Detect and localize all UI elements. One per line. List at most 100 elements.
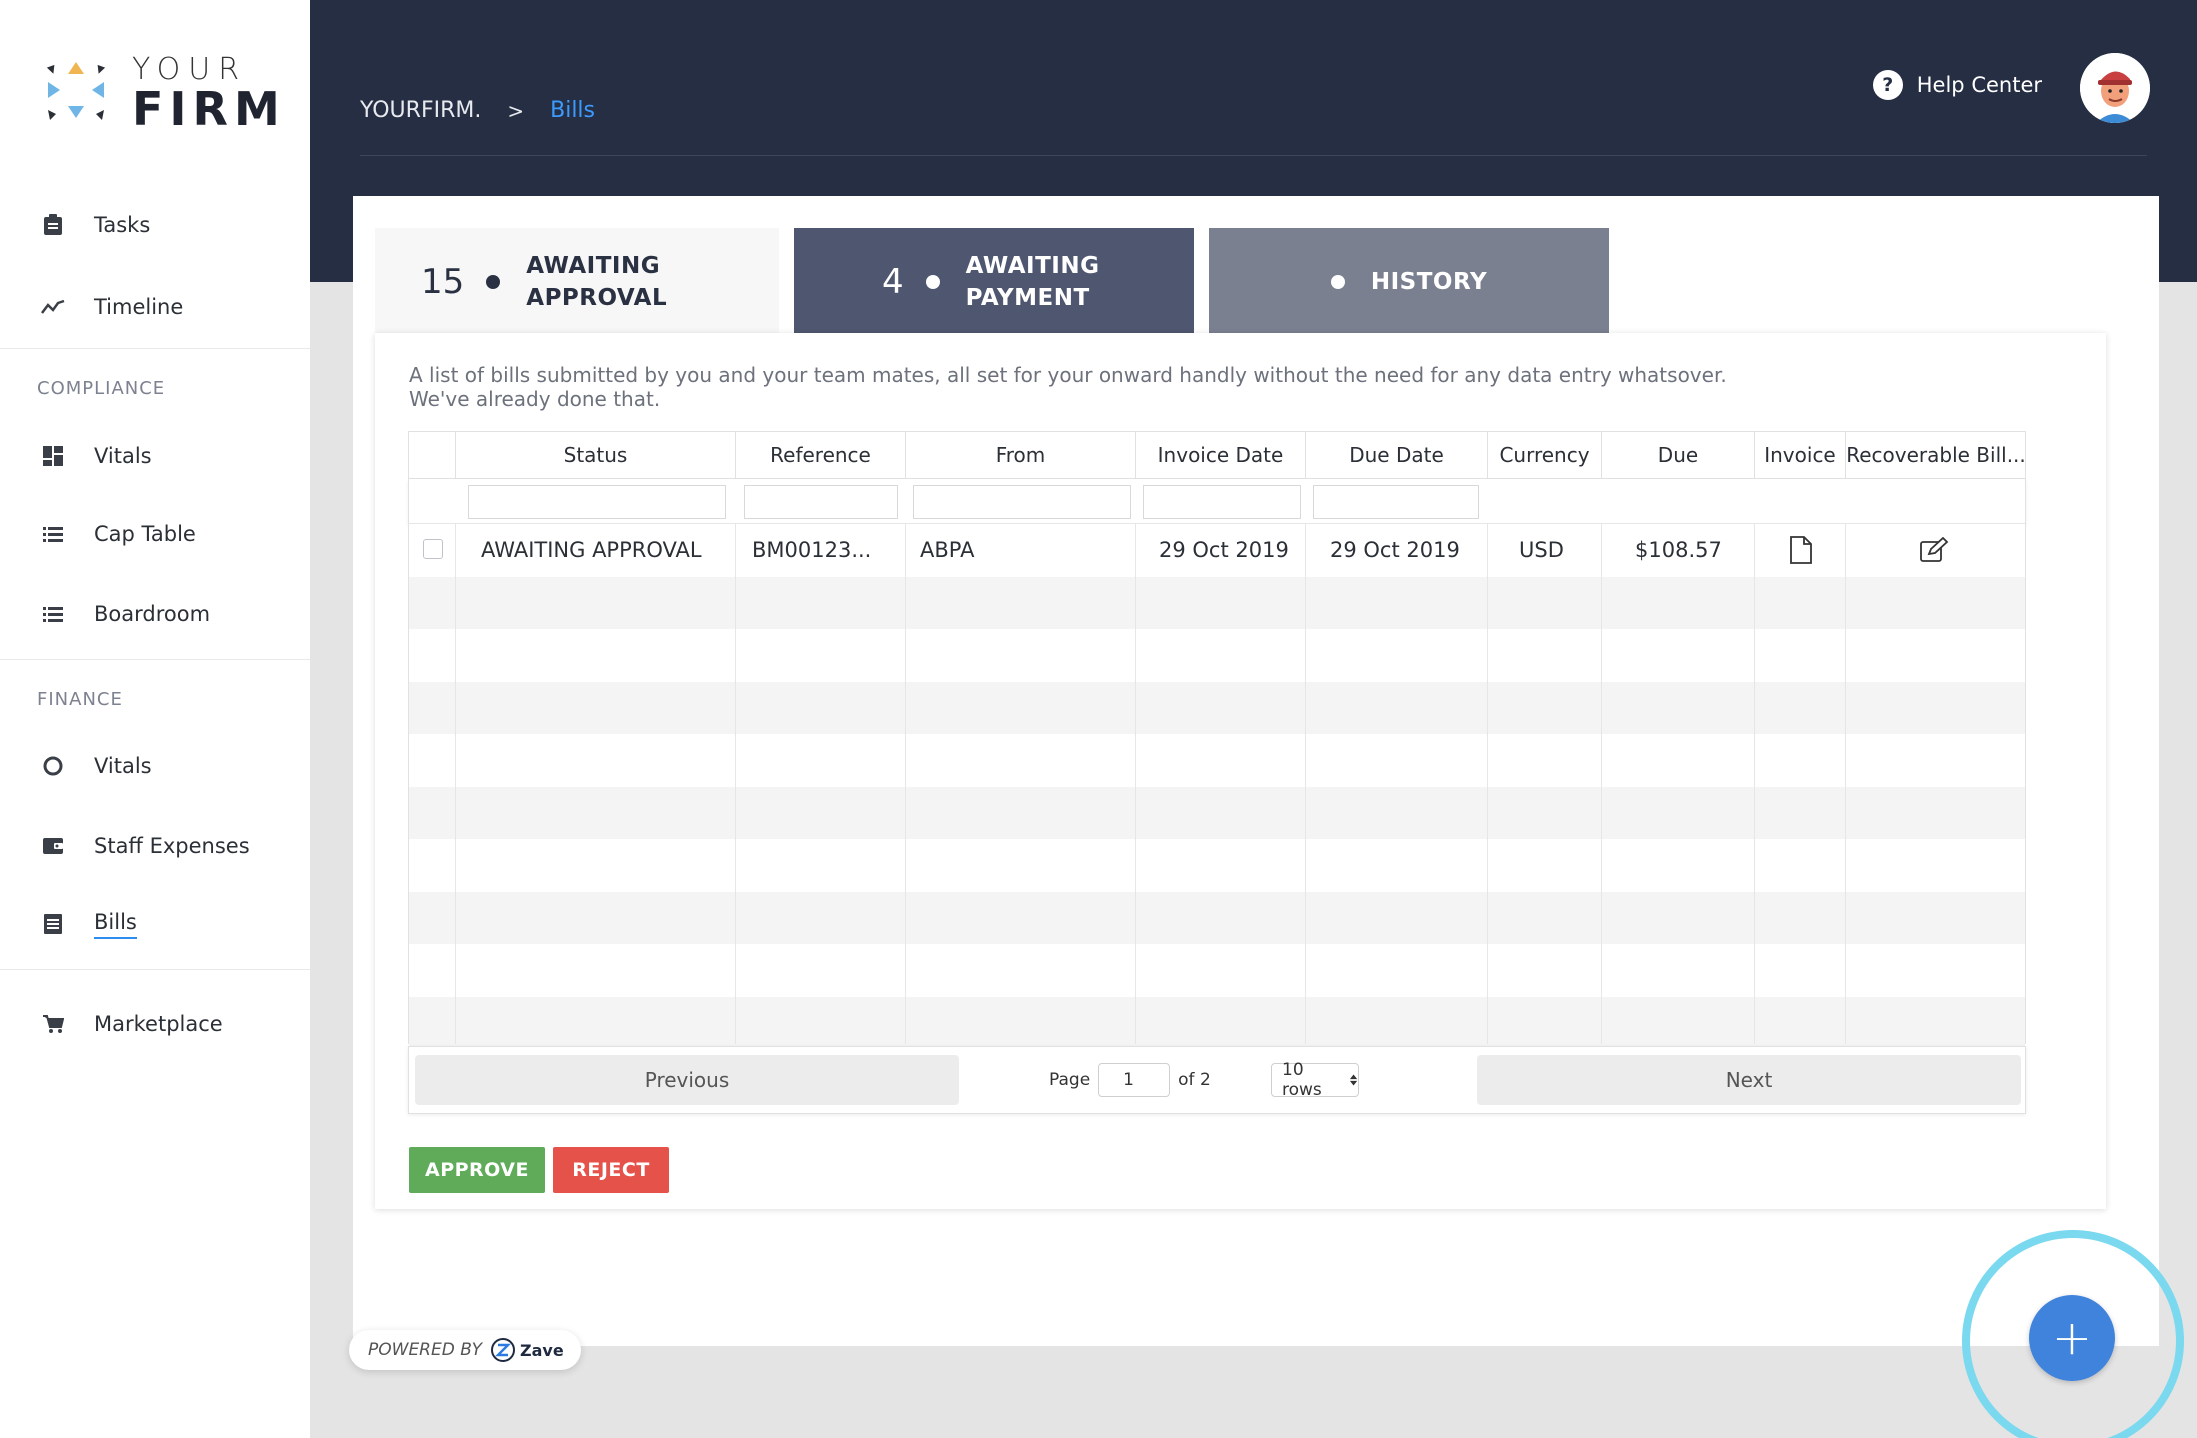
- tab-label: AWAITING APPROVAL: [526, 250, 667, 314]
- sidebar-item-staff-expenses[interactable]: Staff Expenses: [0, 818, 310, 874]
- column-header-recoverable-bill[interactable]: Recoverable Bill...: [1846, 432, 2026, 478]
- tab-count: 4: [882, 262, 904, 302]
- status-filter-input[interactable]: [468, 485, 726, 519]
- zave-name: Zave: [519, 1340, 564, 1360]
- reject-button[interactable]: REJECT: [553, 1147, 669, 1193]
- invoice-file-icon[interactable]: [1789, 524, 1813, 576]
- column-divider: [905, 524, 906, 1044]
- tab-count: 15: [421, 262, 465, 302]
- previous-page-button[interactable]: Previous: [415, 1055, 959, 1105]
- wallet-icon: [40, 833, 66, 859]
- edit-icon[interactable]: [1919, 524, 1949, 576]
- avatar[interactable]: [2080, 53, 2150, 123]
- due-date-filter-input[interactable]: [1313, 485, 1479, 519]
- table-row-empty: [409, 839, 2025, 892]
- table-row-empty: [409, 629, 2025, 682]
- list-icon: [40, 601, 66, 627]
- cell-currency: USD: [1519, 538, 1564, 562]
- breadcrumb-root[interactable]: YOURFIRM.: [360, 98, 481, 123]
- invoice-date-filter-input[interactable]: [1143, 485, 1301, 519]
- sidebar-item-label: Bills: [94, 910, 137, 939]
- column-header-select: [409, 432, 456, 478]
- zave-logo-icon: [490, 1338, 515, 1362]
- column-header-reference[interactable]: Reference: [736, 432, 906, 478]
- bills-description: A list of bills submitted by you and you…: [409, 363, 1909, 411]
- tab-label-line2: APPROVAL: [526, 285, 668, 311]
- table-header: Status Reference From Invoice Date Due D…: [408, 431, 2026, 479]
- breadcrumb-current[interactable]: Bills: [550, 98, 595, 123]
- help-icon: ?: [1872, 70, 1903, 100]
- brand-name-bottom: FIRM: [132, 82, 286, 136]
- sidebar-item-label: Staff Expenses: [94, 834, 250, 858]
- column-divider: [455, 524, 456, 1044]
- tab-dot: [486, 275, 501, 289]
- nav-divider: [0, 348, 310, 349]
- avatar-face-icon: [2080, 53, 2150, 123]
- column-divider: [1754, 524, 1755, 1044]
- row-select-checkbox[interactable]: [423, 539, 443, 559]
- help-center-link[interactable]: ? Help Center: [1872, 70, 2042, 100]
- sidebar-item-label: Marketplace: [94, 1012, 223, 1036]
- filter-row: [408, 479, 2026, 524]
- tab-history[interactable]: HISTORY: [1209, 228, 1609, 336]
- rows-per-page-value: 10 rows: [1282, 1060, 1322, 1100]
- add-bill-button[interactable]: +: [2029, 1295, 2115, 1381]
- table-row[interactable]: AWAITING APPROVAL BM00123... ABPA 29 Oct…: [409, 524, 2025, 577]
- breadcrumb-separator: >: [507, 98, 525, 123]
- column-header-due[interactable]: Due: [1602, 432, 1755, 478]
- sidebar-item-label: Vitals: [94, 754, 152, 778]
- column-header-invoice[interactable]: Invoice: [1755, 432, 1846, 478]
- rows-per-page-select[interactable]: 10 rows: [1271, 1060, 1359, 1100]
- tab-label: HISTORY: [1370, 269, 1488, 295]
- sidebar-item-label: Vitals: [94, 444, 152, 468]
- sidebar-item-tasks[interactable]: Tasks: [0, 197, 310, 253]
- pagination: Previous Page 1 of 2 10 rows Next: [408, 1046, 2026, 1114]
- next-page-button[interactable]: Next: [1477, 1055, 2021, 1105]
- cell-status: AWAITING APPROVAL: [481, 538, 702, 562]
- tab-label-line1: AWAITING: [526, 253, 661, 279]
- help-center-label: Help Center: [1916, 73, 2042, 97]
- sidebar-item-timeline[interactable]: Timeline: [0, 279, 310, 335]
- brand-logo[interactable]: YOUR FIRM: [44, 52, 284, 136]
- nav-divider: [0, 659, 310, 660]
- trend-line-icon: [40, 294, 66, 320]
- column-header-from[interactable]: From: [906, 432, 1136, 478]
- cell-reference: BM00123...: [752, 538, 872, 562]
- section-heading-compliance: COMPLIANCE: [37, 378, 166, 399]
- cell-invoice-date: 29 Oct 2019: [1159, 538, 1289, 562]
- page-number-input[interactable]: 1: [1098, 1063, 1171, 1097]
- tab-awaiting-payment[interactable]: 4 AWAITING PAYMENT: [794, 228, 1194, 336]
- bills-card: 15 AWAITING APPROVAL 4 AWAITING PAYMENT …: [353, 196, 2159, 1346]
- tab-dot: [925, 275, 940, 289]
- sidebar-item-bills[interactable]: Bills: [0, 896, 310, 952]
- description-line2: We've already done that.: [409, 387, 661, 411]
- sidebar-item-compliance-vitals[interactable]: Vitals: [0, 428, 310, 484]
- approve-button[interactable]: APPROVE: [409, 1147, 545, 1193]
- column-header-invoice-date[interactable]: Invoice Date: [1136, 432, 1306, 478]
- page-total: of 2: [1178, 1070, 1211, 1090]
- reference-filter-input[interactable]: [744, 485, 898, 519]
- from-filter-input[interactable]: [913, 485, 1131, 519]
- sidebar-item-label: Tasks: [94, 213, 151, 237]
- powered-by-badge[interactable]: POWERED BY Zave: [349, 1330, 581, 1370]
- tab-awaiting-approval[interactable]: 15 AWAITING APPROVAL: [375, 228, 779, 336]
- column-divider: [1305, 524, 1306, 1044]
- column-header-currency[interactable]: Currency: [1488, 432, 1602, 478]
- sidebar-item-boardroom[interactable]: Boardroom: [0, 586, 310, 642]
- column-header-status[interactable]: Status: [456, 432, 736, 478]
- sidebar-item-cap-table[interactable]: Cap Table: [0, 506, 310, 562]
- table-row-empty: [409, 576, 2025, 629]
- tab-label-line2: PAYMENT: [965, 285, 1090, 311]
- document-icon: [40, 911, 66, 937]
- column-divider: [1135, 524, 1136, 1044]
- tab-dot: [1330, 275, 1345, 289]
- dashboard-grid-icon: [40, 443, 66, 469]
- table-row-empty: [409, 944, 2025, 997]
- select-arrows-icon: [1349, 1074, 1358, 1086]
- sidebar-item-finance-vitals[interactable]: Vitals: [0, 738, 310, 794]
- page-label: Page: [1049, 1070, 1091, 1090]
- column-header-due-date[interactable]: Due Date: [1306, 432, 1488, 478]
- column-divider: [1845, 524, 1846, 1044]
- ring-icon: [40, 753, 66, 779]
- sidebar-item-marketplace[interactable]: Marketplace: [0, 996, 310, 1052]
